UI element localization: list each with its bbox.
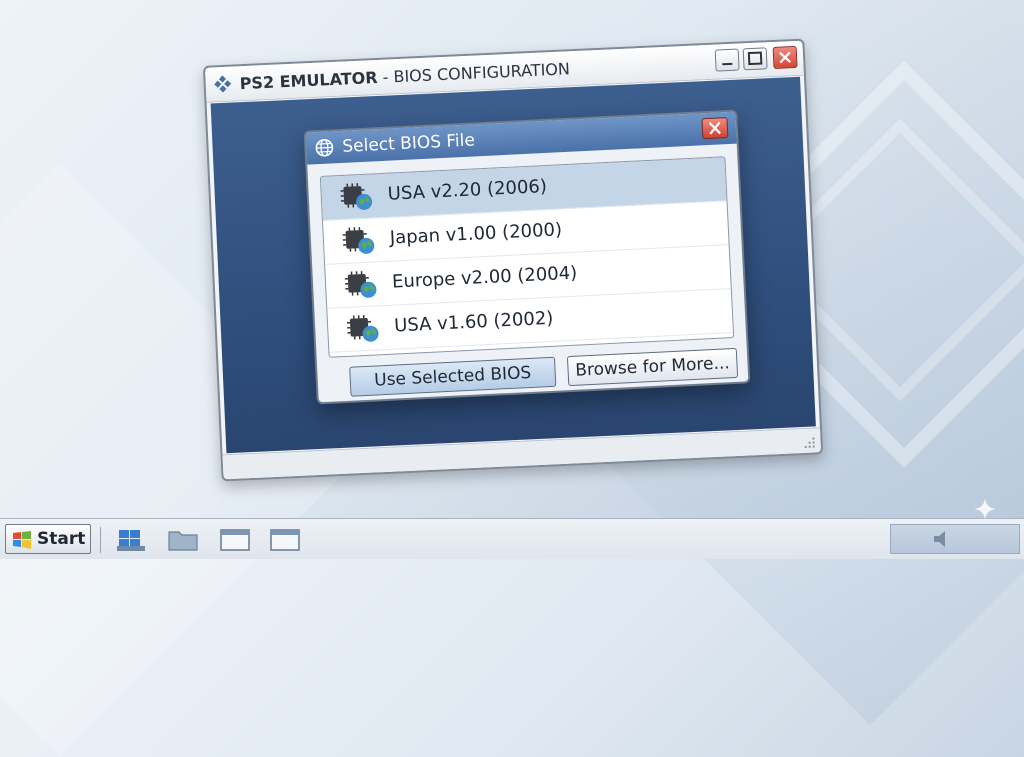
select-bios-dialog: Select BIOS File USA v2.20 (2006) Japan … <box>303 109 751 405</box>
start-button[interactable]: Start <box>5 524 91 554</box>
minimize-button[interactable] <box>714 48 740 72</box>
system-tray <box>890 524 1020 554</box>
chip-globe-icon <box>344 271 377 298</box>
bios-file-list[interactable]: USA v2.20 (2006) Japan v1.00 (2000) Euro… <box>319 156 735 358</box>
close-button[interactable] <box>772 45 798 69</box>
bios-item-label: Europe v2.00 (2004) <box>391 262 578 293</box>
sparkle-icon <box>974 498 996 520</box>
dialog-title: Select BIOS File <box>341 130 476 157</box>
maximize-button[interactable] <box>742 47 768 71</box>
minimize-icon <box>722 62 733 66</box>
windows-icon[interactable] <box>114 527 148 553</box>
folder-icon[interactable] <box>166 527 200 553</box>
chip-globe-icon <box>346 315 379 342</box>
windows-logo-icon <box>13 531 31 549</box>
window-icon[interactable] <box>218 527 252 553</box>
close-icon <box>708 121 721 135</box>
taskbar-separator <box>100 527 101 553</box>
bios-item-label: USA v1.60 (2002) <box>393 307 554 337</box>
use-selected-bios-button[interactable]: Use Selected BIOS <box>349 356 557 397</box>
window-icon[interactable] <box>268 527 302 553</box>
bios-item-label: Japan v1.00 (2000) <box>389 219 563 249</box>
browse-for-more-button[interactable]: Browse for More... <box>566 347 739 387</box>
close-icon <box>779 51 792 64</box>
chip-globe-icon <box>342 227 375 254</box>
dialog-close-button[interactable] <box>701 117 729 140</box>
resize-grip-icon[interactable] <box>802 435 817 450</box>
chip-globe-icon <box>340 183 373 210</box>
window-title: PS2 EMULATOR - BIOS CONFIGURATION <box>239 59 571 94</box>
taskbar: Start <box>0 518 1024 559</box>
maximize-icon <box>747 51 763 66</box>
start-label: Start <box>37 529 86 549</box>
diamond-grid-icon <box>214 75 232 93</box>
bios-item-label: USA v2.20 (2006) <box>387 175 548 205</box>
speaker-icon[interactable] <box>931 529 953 549</box>
globe-icon <box>315 138 334 157</box>
